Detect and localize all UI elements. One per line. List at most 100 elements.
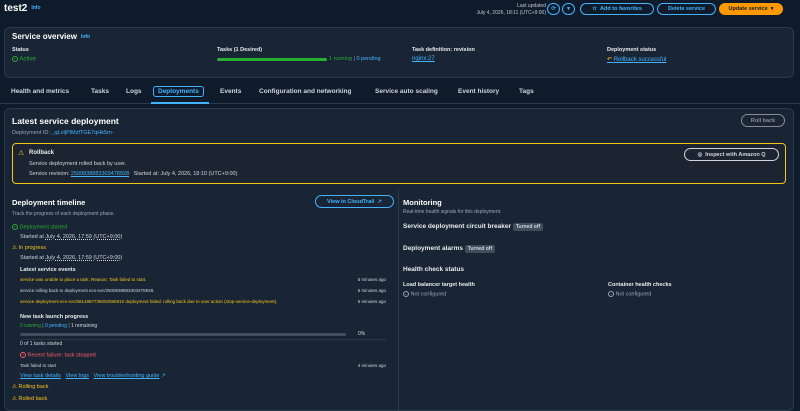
delete-service-label: Delete service <box>668 6 705 12</box>
latest-events-title: Latest service events <box>20 267 76 273</box>
deployment-started-status: ✓ Deployment started <box>12 224 67 230</box>
update-service-button[interactable]: Update service ▾ <box>719 3 783 15</box>
tab-logs[interactable]: Logs <box>126 88 142 95</box>
tab-configuration-and-networking[interactable]: Configuration and networking <box>259 88 351 95</box>
event-time: 5 minutes ago <box>357 277 386 282</box>
view-logs-link[interactable]: View logs <box>65 373 88 379</box>
rolled-back-status: ⚠ Rolled back <box>12 396 47 402</box>
deploy-status-label: Deployment status <box>607 47 657 53</box>
info-link[interactable]: Info <box>31 5 40 11</box>
error-icon: ! <box>20 352 26 358</box>
tab-event-history[interactable]: Event history <box>458 88 499 95</box>
last-updated-value: July 4, 2026, 18:11 (UTC+9:00) <box>476 10 546 16</box>
taskdef-link[interactable]: nginx:27 <box>412 56 435 62</box>
circuit-breaker: Service deployment circuit breaker Turne… <box>403 223 544 231</box>
started-at-value: July 4, 2026, 17:59 (UTC+9:00) <box>45 234 123 240</box>
timeline-title: Deployment timeline <box>12 198 86 207</box>
launch-counts: 0 running | 0 pending | 1 remaining <box>20 323 98 329</box>
container-health-label: Container health checks <box>608 282 672 288</box>
amazon-q-icon: ◎ <box>697 151 703 158</box>
event-text: service deployment ecs-svc/6814887735002… <box>20 299 278 304</box>
lb-health-label: Load balancer target health <box>403 282 475 288</box>
add-favorites-label: Add to favorites <box>600 6 642 12</box>
tab-health-and-metrics[interactable]: Health and metrics <box>11 88 69 95</box>
latest-deployment-title: Latest service deployment <box>12 116 119 126</box>
failure-title: Recent failure: task stopped <box>27 352 96 359</box>
view-task-details-link[interactable]: View task details <box>20 373 61 379</box>
in-progress-text: In progress <box>18 245 46 251</box>
check-circle-icon: ✓ <box>12 56 18 62</box>
circuit-breaker-label: Service deployment circuit breaker <box>403 223 512 230</box>
deployment-id-value[interactable]: _qLvIjPlMzfTGE7qHk5m- <box>51 130 113 136</box>
started-status-text: Deployment started <box>19 224 68 231</box>
tab-events[interactable]: Events <box>220 88 241 95</box>
view-cloudtrail-button[interactable]: View in CloudTrail ↗ <box>315 195 394 208</box>
page-title: test2 Info <box>4 3 41 14</box>
delete-service-button[interactable]: Delete service <box>657 3 716 15</box>
roll-back-button[interactable]: Roll back <box>741 114 785 127</box>
rolling-back-status: ⚠ Rolling back <box>12 384 48 390</box>
monitoring-title: Monitoring <box>403 198 442 207</box>
revision-label: Service revision: <box>29 171 70 177</box>
check-circle-icon: ✓ <box>12 224 18 230</box>
deploy-status-link[interactable]: ↶ Rollback successful <box>607 56 666 63</box>
external-link-icon: ↗ <box>377 198 382 205</box>
deployment-started-at: Started at July 4, 2026, 17:59 (UTC+9:00… <box>20 234 122 240</box>
container-health-value: – Not configured <box>608 291 651 297</box>
tasks-counts: 1 running | 0 pending <box>329 56 381 62</box>
minus-circle-icon: – <box>608 291 614 297</box>
last-updated-label: Last updated <box>517 3 546 9</box>
inspect-label: Inspect with Amazon Q <box>705 151 766 158</box>
started-at-label: Started at <box>20 234 44 240</box>
in-progress-status: ⚠ In progress <box>12 245 46 251</box>
tasks-label: Tasks (1 Desired) <box>217 47 263 53</box>
add-to-favorites-button[interactable]: ☆ Add to favorites <box>580 3 654 15</box>
launch-pending-link[interactable]: 0 pending <box>45 323 67 329</box>
tab-tags[interactable]: Tags <box>519 88 534 95</box>
service-overview-panel: Service overview Info Status ✓ Active Tas… <box>4 27 794 78</box>
rollback-title: Rollback <box>29 150 55 156</box>
taskdef-label: Task definition: revision <box>412 47 475 53</box>
overview-title-text: Service overview <box>12 32 77 41</box>
warning-icon: ⚠ <box>12 245 17 251</box>
tab-bar: Health and metrics Tasks Logs Deployment… <box>0 84 800 104</box>
tab-tasks[interactable]: Tasks <box>91 88 109 95</box>
tasks-progress <box>217 58 327 61</box>
tab-deployments[interactable]: Deployments <box>153 86 204 97</box>
in-progress-at-value: July 4, 2026, 17:59 (UTC+9:00) <box>45 255 123 261</box>
container-health-text: Not configured <box>615 291 652 298</box>
launch-percent: 0% <box>358 331 366 337</box>
rollback-message: Service deployment rolled back by user. <box>29 161 127 167</box>
failure-row: Task failed to start 4 minutes ago <box>20 363 386 368</box>
tab-service-auto-scaling[interactable]: Service auto scaling <box>375 88 438 95</box>
rollback-alert: ⚠ Rollback Service deployment rolled bac… <box>12 143 786 184</box>
status-label: Status <box>12 47 29 53</box>
refresh-menu-button[interactable]: ▾ <box>562 3 575 15</box>
tasks-pending-link[interactable]: 0 pending <box>356 56 380 62</box>
deployment-id-label: Deployment ID: <box>12 130 50 136</box>
star-icon: ☆ <box>592 6 598 12</box>
undo-icon: ↶ <box>607 57 613 63</box>
in-progress-started-at: Started at July 4, 2026, 17:59 (UTC+9:00… <box>20 255 122 261</box>
warning-icon: ⚠ <box>12 384 17 390</box>
inspect-amazon-q-button[interactable]: ◎ Inspect with Amazon Q <box>684 148 779 161</box>
refresh-button[interactable]: ⟳ <box>547 3 560 15</box>
overview-info-link[interactable]: Info <box>81 34 90 40</box>
update-service-label: Update service <box>728 6 768 12</box>
recent-failure: ! Recent failure: task stopped <box>20 352 96 358</box>
status-value: ✓ Active <box>12 56 36 63</box>
rolling-back-text: Rolling back <box>18 384 49 390</box>
revision-link[interactable]: 2500838883303478928 <box>71 171 129 177</box>
view-cloudtrail-label: View in CloudTrail <box>327 198 375 205</box>
tasks-started: 0 of 1 tasks started <box>20 341 63 347</box>
column-divider <box>398 190 399 411</box>
rollback-revision: Service revision: 2500838883303478928 St… <box>29 171 237 177</box>
tasks-running: 1 running <box>329 56 352 62</box>
warning-icon: ⚠ <box>18 150 25 157</box>
deployment-alarms: Deployment alarms Turned off <box>403 245 496 253</box>
lb-health-text: Not configured <box>410 291 447 298</box>
status-badge: Turned off <box>464 245 496 253</box>
rollback-started: Started at: July 4, 2026, 18:10 (UTC+9:0… <box>133 171 238 177</box>
view-troubleshooting-link[interactable]: View troubleshooting guide <box>94 373 160 379</box>
lb-health-value: – Not configured <box>403 291 446 297</box>
